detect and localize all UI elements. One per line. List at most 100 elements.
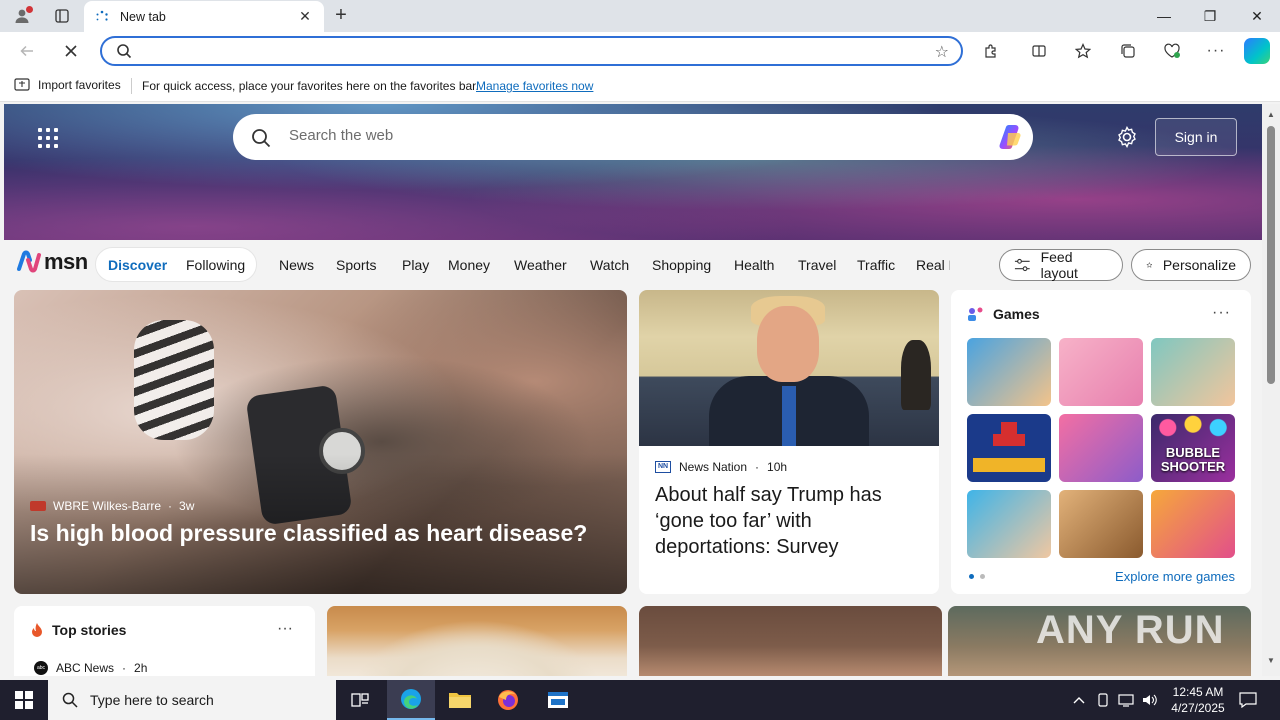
- search-icon: [62, 692, 78, 708]
- story-headline[interactable]: Is high blood pressure classified as hea…: [30, 520, 587, 547]
- nav-item-play[interactable]: Play: [402, 257, 429, 273]
- close-window-button[interactable]: ✕: [1234, 0, 1280, 32]
- close-tab-icon[interactable]: ✕: [296, 8, 314, 25]
- carousel-dots: [969, 574, 985, 579]
- tray-volume[interactable]: [1139, 680, 1161, 720]
- more-options-icon[interactable]: ···: [1212, 304, 1231, 322]
- story-age: 3w: [179, 499, 195, 513]
- tab-actions-icon: [55, 9, 69, 23]
- start-button[interactable]: [0, 680, 48, 720]
- food-story-card[interactable]: [327, 606, 627, 676]
- address-bar[interactable]: ☆: [100, 36, 963, 66]
- game-tile[interactable]: [1059, 490, 1143, 558]
- nav-item-travel[interactable]: Travel: [798, 257, 836, 273]
- tab-title: New tab: [120, 9, 166, 24]
- personalize-button[interactable]: Personalize: [1131, 249, 1251, 281]
- tray-network[interactable]: [1115, 680, 1137, 720]
- web-search-input[interactable]: [289, 127, 969, 144]
- story-card[interactable]: [639, 606, 942, 676]
- scroll-down-arrow-icon[interactable]: ▼: [1267, 656, 1275, 665]
- nav-item-weather[interactable]: Weather: [514, 257, 567, 273]
- tab-actions-button[interactable]: [48, 4, 76, 28]
- split-screen-button[interactable]: [1024, 36, 1054, 66]
- game-tile[interactable]: [1059, 414, 1143, 482]
- story-source: abc ABC News · 2h: [34, 661, 147, 675]
- more-dots-icon: ···: [1206, 42, 1226, 59]
- scroll-up-arrow-icon[interactable]: ▲: [1267, 110, 1275, 119]
- show-hidden-icons[interactable]: [1068, 680, 1090, 720]
- sign-in-button[interactable]: Sign in: [1155, 118, 1237, 156]
- clock-date: 4/27/2025: [1171, 701, 1225, 715]
- nav-item-real-estate[interactable]: Real E: [916, 257, 950, 273]
- taskbar-file-explorer[interactable]: [436, 680, 484, 720]
- taskbar-firefox[interactable]: [484, 680, 532, 720]
- nav-item-health[interactable]: Health: [734, 257, 774, 273]
- nav-item-money[interactable]: Money: [448, 257, 490, 273]
- minimize-button[interactable]: —: [1141, 0, 1187, 32]
- favorite-star-icon[interactable]: ☆: [935, 42, 949, 62]
- game-tile[interactable]: [967, 338, 1051, 406]
- taskbar-search-box[interactable]: Type here to search: [48, 680, 336, 720]
- extensions-icon: [985, 44, 996, 58]
- category-nav: News Sports Play Money Weather Watch Sho…: [272, 240, 950, 290]
- copilot-icon[interactable]: [1244, 38, 1270, 64]
- settings-more-button[interactable]: ···: [1201, 36, 1231, 66]
- nav-item-sports[interactable]: Sports: [336, 257, 376, 273]
- split-screen-icon: [1032, 45, 1046, 57]
- more-options-icon[interactable]: ···: [277, 620, 293, 638]
- tab-new-tab[interactable]: New tab ✕: [84, 1, 324, 32]
- scrollbar-thumb[interactable]: [1267, 126, 1275, 384]
- source-logo: [30, 501, 46, 511]
- import-favorites-button[interactable]: Import favorites: [14, 78, 121, 92]
- explore-more-games-link[interactable]: Explore more games: [1115, 569, 1235, 584]
- restore-button[interactable]: ❐: [1187, 0, 1233, 32]
- game-tile[interactable]: [967, 414, 1051, 482]
- carousel-dot[interactable]: [969, 574, 974, 579]
- task-view-button[interactable]: [336, 680, 384, 720]
- folder-icon: [449, 693, 471, 708]
- tab-following[interactable]: Following: [186, 257, 245, 273]
- taskbar-clock[interactable]: 12:45 AM 4/27/2025: [1164, 684, 1232, 716]
- favorites-bar: Import favorites For quick access, place…: [0, 70, 1280, 102]
- nav-item-traffic[interactable]: Traffic: [857, 257, 895, 273]
- page-scrollbar[interactable]: ▲ ▼: [1262, 104, 1280, 676]
- new-tab-button[interactable]: +: [328, 4, 354, 28]
- game-tile[interactable]: [1059, 338, 1143, 406]
- manage-favorites-link[interactable]: Manage favorites now: [476, 79, 593, 93]
- browser-essentials-button[interactable]: [1157, 36, 1187, 66]
- profile-button[interactable]: [8, 4, 36, 28]
- device-icon: [1098, 693, 1108, 707]
- sliders-icon: [1014, 258, 1030, 272]
- favorites-star-icon: [1075, 43, 1091, 59]
- game-tile[interactable]: [967, 490, 1051, 558]
- news-story-card[interactable]: NN News Nation · 10h About half say Trum…: [639, 290, 939, 594]
- action-center-button[interactable]: [1234, 680, 1262, 720]
- nav-item-shopping[interactable]: Shopping: [652, 257, 711, 273]
- favorites-button[interactable]: [1068, 36, 1098, 66]
- msn-logo[interactable]: msn: [16, 249, 88, 275]
- taskbar-edge[interactable]: [387, 680, 435, 720]
- nav-item-news[interactable]: News: [279, 257, 314, 273]
- taskbar-app[interactable]: [534, 680, 582, 720]
- back-button[interactable]: [12, 36, 42, 66]
- apps-launcher-icon[interactable]: [38, 128, 58, 148]
- hero-story-card[interactable]: WBRE Wilkes-Barre · 3w Is high blood pre…: [14, 290, 627, 594]
- game-title: BUBBLE SHOOTER: [1160, 445, 1226, 474]
- extensions-button[interactable]: [976, 36, 1006, 66]
- game-tile[interactable]: [1151, 338, 1235, 406]
- copilot-icon[interactable]: [995, 123, 1025, 151]
- feed-layout-button[interactable]: Feed layout: [999, 249, 1123, 281]
- nav-item-watch[interactable]: Watch: [590, 257, 629, 273]
- story-headline[interactable]: About half say Trump has ‘gone too far’ …: [655, 482, 925, 560]
- network-icon: [1118, 694, 1134, 707]
- game-tile[interactable]: [1151, 490, 1235, 558]
- settings-gear-icon[interactable]: [1116, 126, 1138, 151]
- web-search-box[interactable]: [233, 114, 1033, 160]
- stop-button[interactable]: [56, 36, 86, 66]
- tab-discover[interactable]: Discover: [108, 257, 167, 273]
- game-tile[interactable]: BUBBLE SHOOTER: [1151, 414, 1235, 482]
- carousel-dot[interactable]: [980, 574, 985, 579]
- source-logo: NN: [655, 461, 671, 473]
- collections-button[interactable]: [1113, 36, 1143, 66]
- tray-device[interactable]: [1093, 680, 1113, 720]
